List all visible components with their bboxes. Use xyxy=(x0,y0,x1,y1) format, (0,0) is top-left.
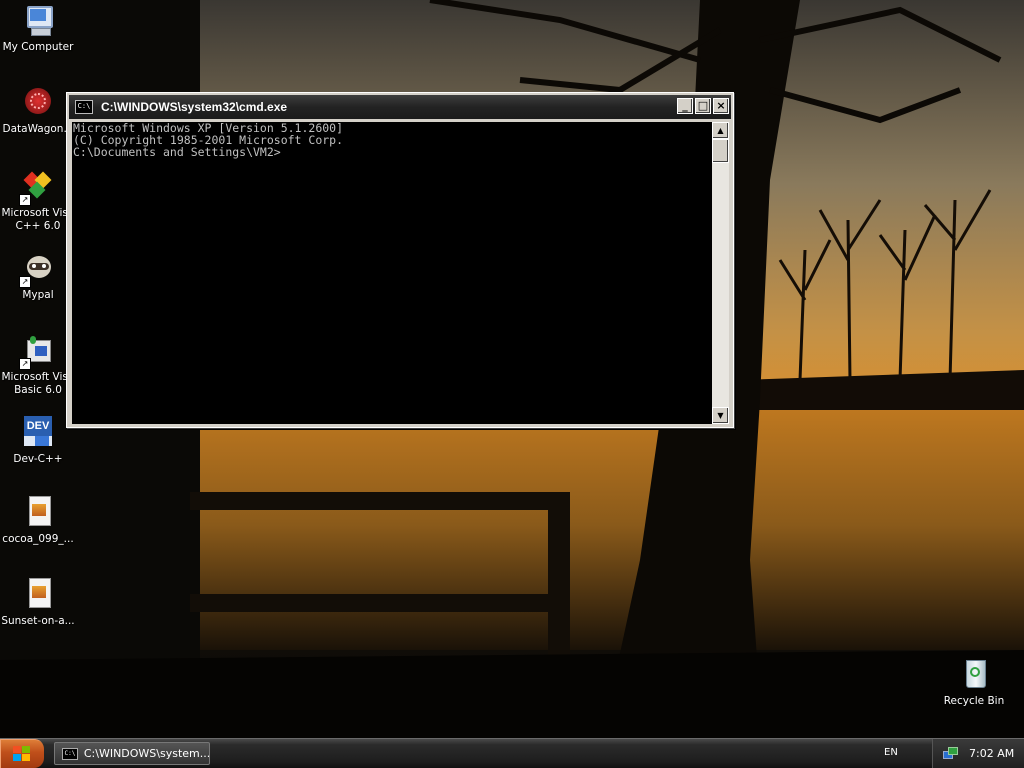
maximize-button[interactable]: □ xyxy=(695,98,711,114)
network-icon[interactable] xyxy=(943,747,958,760)
desktop-icon-label: Microsoft Visu Basic 6.0 xyxy=(1,371,75,396)
vertical-scrollbar[interactable]: ▲ ▼ xyxy=(712,122,729,424)
image-file-icon xyxy=(21,496,55,530)
computer-icon xyxy=(21,4,55,38)
desktop-icon-label: Sunset-on-a... xyxy=(1,615,75,627)
visual-cpp-icon[interactable]: ↗ Microsoft Visu C++ 6.0 xyxy=(0,170,76,233)
cmd-window[interactable]: C:\ C:\WINDOWS\system32\cmd.exe _ □ × Mi… xyxy=(66,92,734,428)
visual-studio-icon: ↗ xyxy=(19,334,55,370)
scroll-thumb[interactable] xyxy=(712,139,729,163)
shortcut-arrow-icon: ↗ xyxy=(19,194,31,206)
shortcut-arrow-icon: ↗ xyxy=(19,276,31,288)
title-bar[interactable]: C:\ C:\WINDOWS\system32\cmd.exe _ □ × xyxy=(69,95,731,119)
taskbar-button-label: C:\WINDOWS\system... xyxy=(83,747,209,760)
mypal-icon[interactable]: ↗ Mypal xyxy=(0,252,76,302)
start-button[interactable] xyxy=(0,739,44,768)
cmd-icon: C:\ xyxy=(62,747,78,760)
datawagon-icon[interactable]: DataWagon... xyxy=(0,86,76,136)
cmd-icon[interactable]: C:\ xyxy=(75,100,93,114)
window-controls: _ □ × xyxy=(677,98,729,114)
language-indicator[interactable]: EN xyxy=(884,747,898,758)
dev-cpp-logo-icon: DEV xyxy=(21,416,55,450)
recycle-bin-graphic-icon xyxy=(957,658,991,692)
taskbar: C:\ C:\WINDOWS\system... EN 7:02 AM xyxy=(0,738,1024,768)
taskbar-button-cmd[interactable]: C:\ C:\WINDOWS\system... xyxy=(54,742,210,765)
cocoa-file-icon[interactable]: cocoa_099_... xyxy=(0,496,76,546)
visual-studio-icon: ↗ xyxy=(19,170,55,206)
system-tray: 7:02 AM xyxy=(932,739,1024,768)
desktop-icon-label: My Computer xyxy=(2,41,74,53)
console-prompt: C:\Documents and Settings\VM2> xyxy=(73,145,281,159)
desktop-icon-label: Microsoft Visu C++ 6.0 xyxy=(1,207,75,232)
dev-cpp-icon[interactable]: DEV Dev-C++ xyxy=(0,416,76,466)
recycle-bin-icon[interactable]: Recycle Bin xyxy=(936,658,1012,708)
desktop-icon-label: Recycle Bin xyxy=(943,695,1005,707)
scroll-down-button[interactable]: ▼ xyxy=(712,407,729,424)
clock[interactable]: 7:02 AM xyxy=(969,747,1014,760)
desktop-icon-label: Dev-C++ xyxy=(13,453,63,465)
desktop-icon-label: Mypal xyxy=(22,289,54,301)
image-file-icon xyxy=(21,578,55,612)
datawagon-logo-icon xyxy=(21,86,55,120)
console-output[interactable]: Microsoft Windows XP [Version 5.1.2600] … xyxy=(72,122,712,424)
desktop-icon-label: cocoa_099_... xyxy=(2,533,74,545)
close-button[interactable]: × xyxy=(713,98,729,114)
sunset-file-icon[interactable]: Sunset-on-a... xyxy=(0,578,76,628)
minimize-button[interactable]: _ xyxy=(677,98,693,114)
desktop-icon-label: DataWagon... xyxy=(2,123,74,135)
raccoon-icon: ↗ xyxy=(19,252,55,288)
visual-basic-icon[interactable]: ↗ Microsoft Visu Basic 6.0 xyxy=(0,334,76,397)
window-title: C:\WINDOWS\system32\cmd.exe xyxy=(101,100,288,114)
windows-logo-icon xyxy=(13,746,31,761)
scroll-up-button[interactable]: ▲ xyxy=(712,122,729,139)
shortcut-arrow-icon: ↗ xyxy=(19,358,31,370)
my-computer-icon[interactable]: My Computer xyxy=(0,4,76,54)
